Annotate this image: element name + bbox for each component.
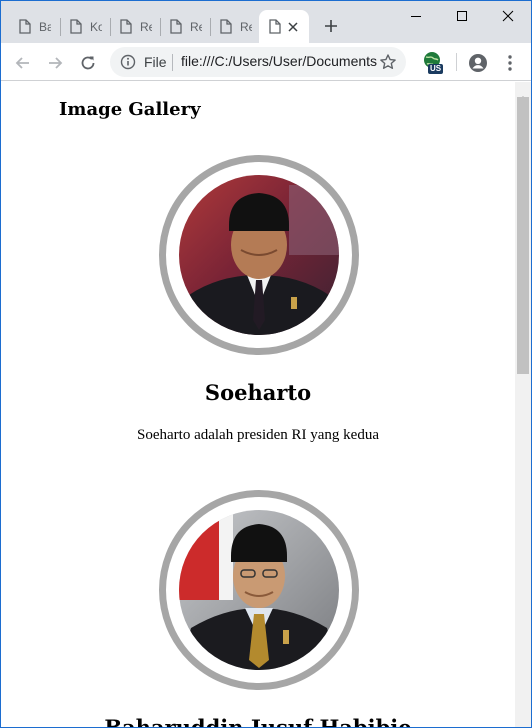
tab-1[interactable]: Ba <box>9 10 51 43</box>
tab-4[interactable]: Re <box>160 10 202 43</box>
profile-button[interactable] <box>467 52 489 74</box>
minimize-button[interactable] <box>393 1 439 31</box>
url-scheme-label: File <box>144 54 167 70</box>
address-bar[interactable]: File file:///C:/Users/User/Documents/gal… <box>110 47 406 77</box>
omnibox-divider <box>172 54 173 71</box>
portrait-image <box>179 510 339 670</box>
tab-title: Re <box>190 19 202 34</box>
tab-strip: Ba Ko Re Re Re <box>1 1 531 43</box>
document-icon <box>120 19 132 34</box>
translate-extension-icon[interactable]: US <box>421 51 445 75</box>
tab-title: Re <box>240 19 252 34</box>
document-icon <box>269 19 281 34</box>
tab-title: Re <box>140 19 152 34</box>
close-window-button[interactable] <box>485 1 531 31</box>
document-icon <box>70 19 82 34</box>
forward-button[interactable] <box>44 52 66 74</box>
back-button[interactable] <box>12 52 34 74</box>
extension-badge: US <box>428 64 444 74</box>
browser-window: Ba Ko Re Re Re <box>0 0 532 728</box>
url-text[interactable]: file:///C:/Users/User/Documents/gallery.… <box>181 53 377 69</box>
person-name: Soeharto <box>204 380 312 405</box>
scrollbar-thumb[interactable] <box>517 97 529 374</box>
document-icon <box>220 19 232 34</box>
tab-title: Ko <box>90 19 102 34</box>
portrait-frame <box>159 490 359 690</box>
vertical-scrollbar[interactable] <box>515 82 531 727</box>
bookmark-star-icon[interactable] <box>379 53 397 75</box>
info-icon[interactable] <box>120 54 136 74</box>
portrait-frame <box>159 155 359 355</box>
new-tab-button[interactable] <box>321 16 341 36</box>
page-viewport: Image Gallery Soeharto Soeharto adalah p… <box>1 82 515 728</box>
tab-3[interactable]: Re <box>110 10 152 43</box>
tab-2[interactable]: Ko <box>60 10 102 43</box>
document-icon <box>170 19 182 34</box>
document-icon <box>19 19 31 34</box>
browser-toolbar: File file:///C:/Users/User/Documents/gal… <box>1 43 531 81</box>
close-tab-icon[interactable] <box>286 19 300 33</box>
menu-kebab-icon[interactable] <box>499 52 521 74</box>
tab-title: Ba <box>39 19 51 34</box>
toolbar-divider <box>456 53 457 71</box>
portrait-image <box>179 175 339 335</box>
person-name: Baharuddin Jusuf Habibie <box>104 715 412 728</box>
person-description: Soeharto adalah presiden RI yang kedua <box>137 427 379 443</box>
page-title: Image Gallery <box>59 99 201 120</box>
reload-button[interactable] <box>77 52 99 74</box>
tab-6-active[interactable] <box>259 10 309 43</box>
maximize-button[interactable] <box>439 1 485 31</box>
tab-5[interactable]: Re <box>210 10 252 43</box>
